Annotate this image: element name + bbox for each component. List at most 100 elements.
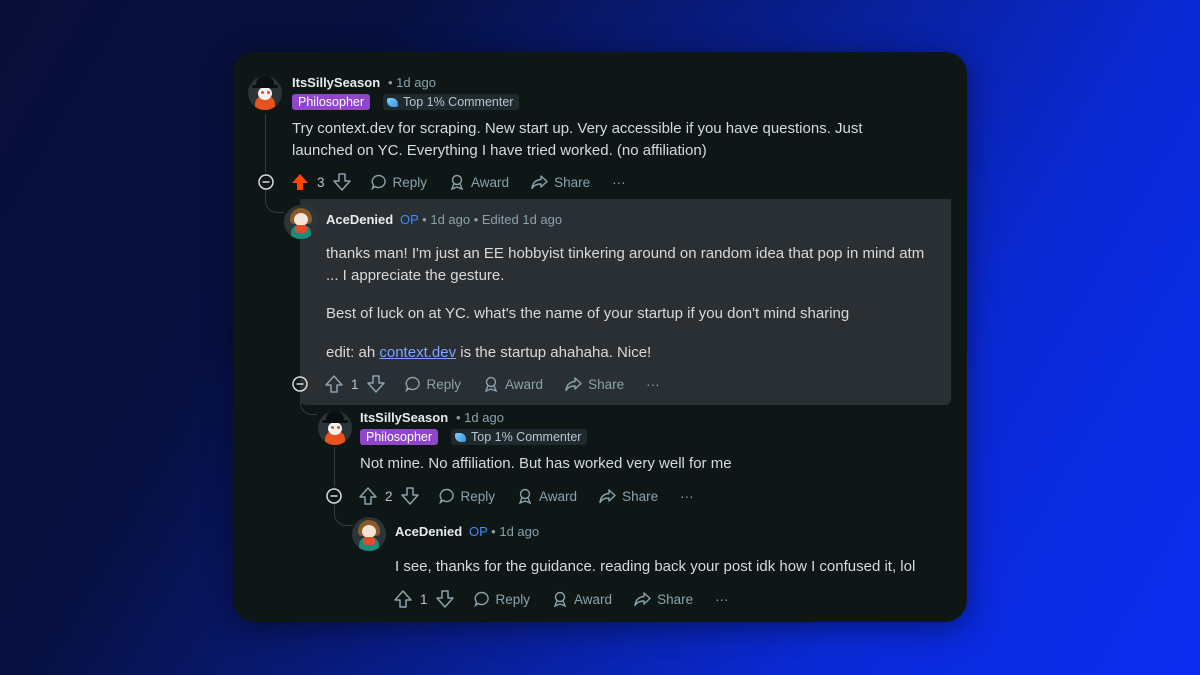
share-label: Share: [588, 376, 625, 392]
username[interactable]: AceDenied: [395, 524, 462, 539]
award-icon: [484, 376, 498, 392]
reply-button[interactable]: Reply: [473, 591, 531, 607]
reply-icon: [404, 376, 420, 392]
avatar[interactable]: [284, 205, 318, 239]
user-flair: Philosopher: [360, 429, 439, 445]
award-button[interactable]: Award: [449, 174, 509, 190]
reply-label: Reply: [460, 488, 496, 504]
share-button[interactable]: Share: [565, 376, 624, 392]
more-button[interactable]: ···: [680, 489, 694, 504]
timestamp: 1d ago: [430, 212, 471, 227]
op-badge: OP: [469, 524, 488, 539]
share-button[interactable]: Share: [634, 591, 693, 607]
context-dev-link[interactable]: context.dev: [379, 344, 456, 361]
thread-line: [265, 114, 266, 172]
award-label: Award: [505, 376, 544, 392]
upvote-icon[interactable]: [291, 173, 309, 191]
reply-label: Reply: [495, 591, 531, 607]
vote-count: 3: [317, 174, 325, 190]
award-label: Award: [539, 488, 578, 504]
badge-label: Top 1% Commenter: [403, 95, 514, 109]
award-button[interactable]: Award: [552, 591, 612, 607]
collapse-icon[interactable]: [326, 488, 342, 504]
vote-controls: 1: [325, 375, 385, 393]
username[interactable]: ItsSillySeason: [360, 410, 448, 425]
comment-meta: • 1d ago: [388, 75, 436, 90]
comment-actions: 3 Reply Award Share ···: [291, 171, 648, 193]
username[interactable]: ItsSillySeason: [292, 75, 380, 90]
share-button[interactable]: Share: [599, 488, 658, 504]
reply-label: Reply: [426, 376, 462, 392]
downvote-icon[interactable]: [435, 590, 454, 608]
share-icon: [634, 592, 651, 607]
share-label: Share: [622, 488, 659, 504]
vote-count: 1: [420, 591, 428, 607]
vote-controls: 1: [394, 590, 454, 608]
more-icon: ···: [680, 488, 694, 504]
reply-label: Reply: [392, 174, 428, 190]
comment-body: Not mine. No affiliation. But has worked…: [360, 455, 732, 472]
award-icon: [450, 174, 464, 190]
more-button[interactable]: ···: [715, 592, 729, 607]
downvote-icon[interactable]: [400, 487, 419, 505]
collapse-icon[interactable]: [258, 174, 274, 190]
avatar[interactable]: [352, 517, 386, 551]
share-icon: [531, 175, 548, 190]
reply-icon: [473, 591, 489, 607]
reply-icon: [438, 488, 454, 504]
username[interactable]: AceDenied: [326, 212, 393, 227]
upvote-icon[interactable]: [394, 590, 412, 608]
share-button[interactable]: Share: [531, 174, 590, 190]
thread-line: [334, 447, 335, 487]
more-icon: ···: [715, 591, 729, 607]
share-icon: [565, 377, 582, 392]
award-icon: [553, 591, 567, 607]
comment-meta: • 1d ago: [456, 410, 504, 425]
upvote-icon[interactable]: [359, 487, 377, 505]
comment-body: thanks man! I'm just an EE hobbyist tink…: [326, 243, 936, 364]
comment-paragraph: edit: ah context.dev is the startup ahah…: [326, 342, 936, 364]
comment-paragraph: thanks man! I'm just an EE hobbyist tink…: [326, 245, 925, 284]
more-icon: ···: [612, 174, 626, 190]
reply-icon: [370, 174, 386, 190]
edited-label: Edited 1d ago: [481, 212, 563, 227]
op-badge: OP: [400, 212, 419, 227]
award-icon: [518, 488, 532, 504]
top-commenter-icon: [387, 98, 398, 107]
downvote-icon[interactable]: [332, 173, 351, 191]
badge-label: Top 1% Commenter: [471, 430, 582, 444]
timestamp: 1d ago: [499, 524, 540, 539]
comment-actions: 1 Reply Award Share ···: [394, 588, 751, 610]
timestamp: 1d ago: [464, 410, 504, 425]
reply-button[interactable]: Reply: [404, 376, 462, 392]
timestamp: 1d ago: [396, 75, 436, 90]
reply-button[interactable]: Reply: [438, 488, 496, 504]
text-segment: is the startup ahahaha. Nice!: [456, 344, 652, 361]
comment-body: I see, thanks for the guidance. reading …: [395, 558, 916, 575]
vote-controls: 3: [291, 173, 351, 191]
collapse-icon[interactable]: [292, 376, 308, 392]
share-label: Share: [657, 591, 694, 607]
share-icon: [599, 489, 616, 504]
text-segment: edit: ah: [326, 344, 380, 361]
more-button[interactable]: ···: [612, 175, 626, 190]
vote-count: 2: [385, 488, 393, 504]
more-icon: ···: [646, 376, 660, 392]
award-label: Award: [471, 174, 510, 190]
achievement-badge: Top 1% Commenter: [383, 94, 520, 110]
reply-button[interactable]: Reply: [370, 174, 428, 190]
vote-controls: 2: [359, 487, 419, 505]
more-button[interactable]: ···: [646, 377, 660, 392]
downvote-icon[interactable]: [366, 375, 385, 393]
thread-connector: [334, 503, 353, 526]
award-button[interactable]: Award: [517, 488, 577, 504]
vote-count: 1: [351, 376, 359, 392]
award-button[interactable]: Award: [483, 376, 543, 392]
upvote-icon[interactable]: [325, 375, 343, 393]
comment-actions: 1 Reply Award Share ···: [325, 373, 682, 395]
top-commenter-icon: [455, 433, 466, 442]
avatar[interactable]: [318, 411, 352, 445]
avatar[interactable]: [248, 76, 282, 110]
award-label: Award: [574, 591, 613, 607]
achievement-badge: Top 1% Commenter: [451, 429, 588, 445]
